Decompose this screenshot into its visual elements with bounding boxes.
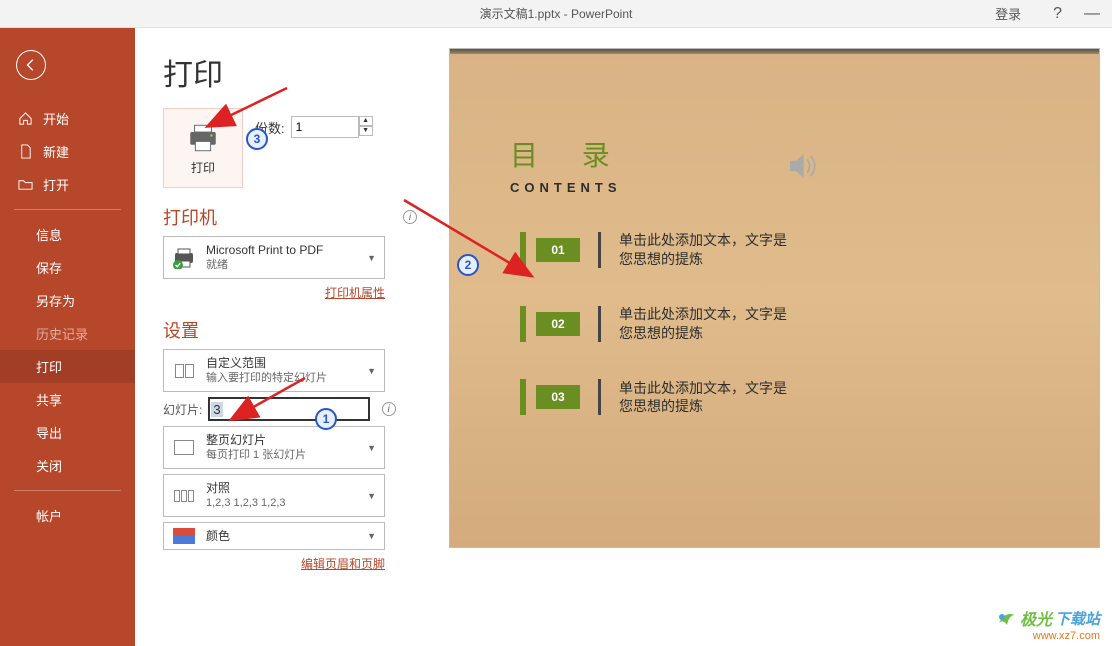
printer-name: Microsoft Print to PDF: [206, 242, 357, 258]
color-dropdown[interactable]: 颜色 ▼: [163, 522, 385, 550]
print-button[interactable]: 打印: [163, 108, 243, 188]
sidebar-label: 开始: [43, 109, 69, 128]
sidebar-item-info[interactable]: 信息: [0, 218, 135, 251]
printer-ready-icon: [172, 247, 196, 269]
slide-preview: 目 录 CONTENTS 01 单击此处添加文本，文字是您思想的提炼 02 单击…: [449, 48, 1100, 548]
slides-input-value: 3: [211, 402, 222, 417]
slides-input[interactable]: [223, 400, 367, 418]
title-bar: 演示文稿1.pptx - PowerPoint 登录 ? —: [0, 0, 1112, 28]
print-settings-panel: 打印 打印 份数: ▲: [135, 28, 425, 646]
minimize-button[interactable]: —: [1080, 5, 1104, 23]
toc-item: 01 单击此处添加文本，文字是您思想的提炼: [520, 231, 1039, 269]
sidebar-item-close[interactable]: 关闭: [0, 449, 135, 482]
page-title: 打印: [163, 50, 417, 94]
sidebar-item-share[interactable]: 共享: [0, 383, 135, 416]
toc-item: 02 单击此处添加文本，文字是您思想的提炼: [520, 305, 1039, 343]
copies-spin-up[interactable]: ▲: [359, 116, 373, 126]
printer-status: 就绪: [206, 258, 357, 273]
color-swatch-icon: [172, 528, 196, 544]
watermark: 极光下载站 www.xz7.com: [997, 606, 1100, 642]
info-icon[interactable]: i: [403, 210, 417, 224]
slides-range-icon: [172, 364, 196, 378]
copies-spin-down[interactable]: ▼: [359, 126, 373, 136]
sidebar-item-account[interactable]: 帐户: [0, 499, 135, 532]
chevron-down-icon: ▼: [367, 443, 376, 453]
slides-input-label: 幻灯片:: [163, 401, 202, 418]
settings-section-title: 设置: [163, 317, 199, 343]
chevron-down-icon: ▼: [367, 491, 376, 501]
print-preview: 目 录 CONTENTS 01 单击此处添加文本，文字是您思想的提炼 02 单击…: [425, 28, 1112, 646]
info-icon[interactable]: i: [382, 402, 396, 416]
toc-item: 03 单击此处添加文本，文字是您思想的提炼: [520, 379, 1039, 417]
print-range-dropdown[interactable]: 自定义范围 输入要打印的特定幻灯片 ▼: [163, 349, 385, 392]
printer-dropdown[interactable]: Microsoft Print to PDF 就绪 ▼: [163, 236, 385, 279]
chevron-down-icon: ▼: [367, 253, 376, 263]
chevron-down-icon: ▼: [367, 531, 376, 541]
sidebar-item-saveas[interactable]: 另存为: [0, 284, 135, 317]
sidebar-item-export[interactable]: 导出: [0, 416, 135, 449]
copies-label: 份数:: [255, 118, 285, 137]
chevron-down-icon: ▼: [367, 366, 376, 376]
sidebar-item-new[interactable]: 新建: [0, 135, 135, 168]
sidebar-item-home[interactable]: 开始: [0, 102, 135, 135]
full-page-icon: [172, 440, 196, 455]
sidebar-item-open[interactable]: 打开: [0, 168, 135, 201]
layout-dropdown[interactable]: 整页幻灯片 每页打印 1 张幻灯片 ▼: [163, 426, 385, 469]
back-button[interactable]: [16, 50, 46, 80]
help-button[interactable]: ?: [1049, 5, 1066, 23]
collate-icon: [172, 490, 196, 502]
collate-dropdown[interactable]: 对照 1,2,3 1,2,3 1,2,3 ▼: [163, 474, 385, 517]
slide-subtitle: CONTENTS: [510, 180, 1039, 195]
speaker-icon: [785, 149, 819, 186]
sidebar-item-print[interactable]: 打印: [0, 350, 135, 383]
window-title: 演示文稿1.pptx - PowerPoint: [480, 5, 633, 22]
printer-section-title: 打印机: [163, 204, 217, 230]
backstage-sidebar: 开始 新建 打开 信息 保存 另存为 历史记录 打印 共享 导出 关闭 帐户: [0, 28, 135, 646]
printer-properties-link[interactable]: 打印机属性: [325, 286, 385, 300]
sidebar-label: 新建: [43, 142, 69, 161]
slide-title: 目 录: [510, 134, 1039, 174]
print-button-label: 打印: [191, 159, 215, 176]
login-link[interactable]: 登录: [995, 4, 1021, 23]
printer-icon: [186, 121, 220, 155]
sidebar-item-history[interactable]: 历史记录: [0, 317, 135, 350]
edit-header-footer-link[interactable]: 编辑页眉和页脚: [301, 557, 385, 571]
sidebar-item-save[interactable]: 保存: [0, 251, 135, 284]
sidebar-label: 打开: [43, 175, 69, 194]
copies-input[interactable]: [291, 116, 359, 138]
